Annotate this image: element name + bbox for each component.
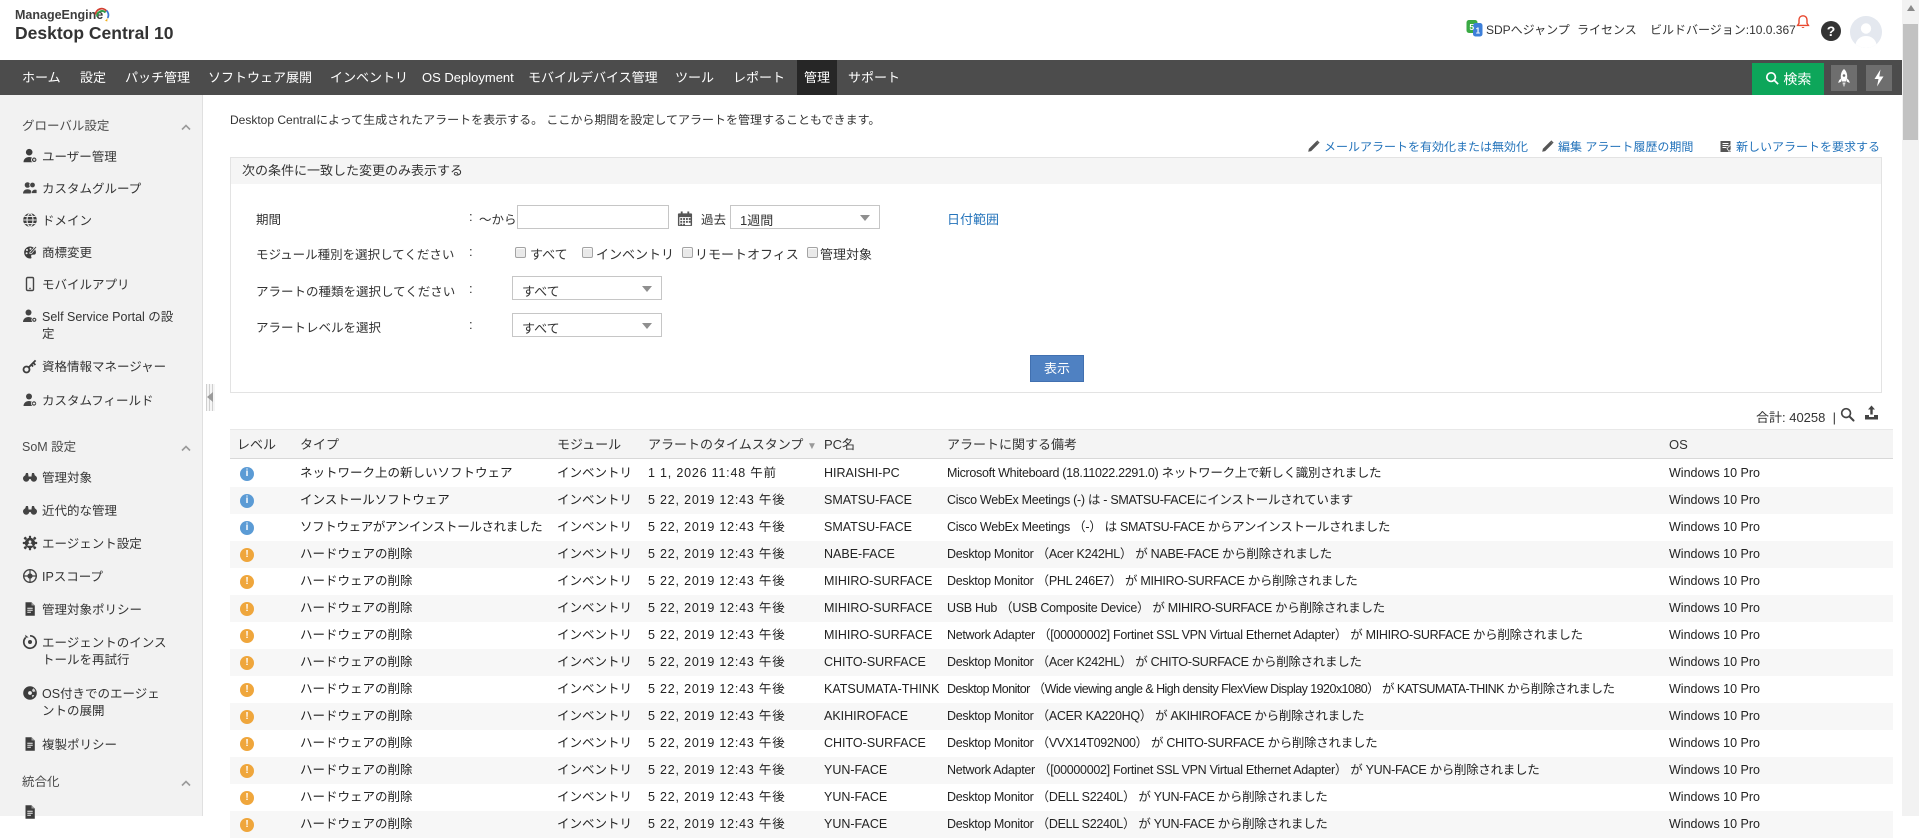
svg-text:1: 1 — [1476, 27, 1481, 36]
svg-text:5: 5 — [1469, 22, 1474, 32]
